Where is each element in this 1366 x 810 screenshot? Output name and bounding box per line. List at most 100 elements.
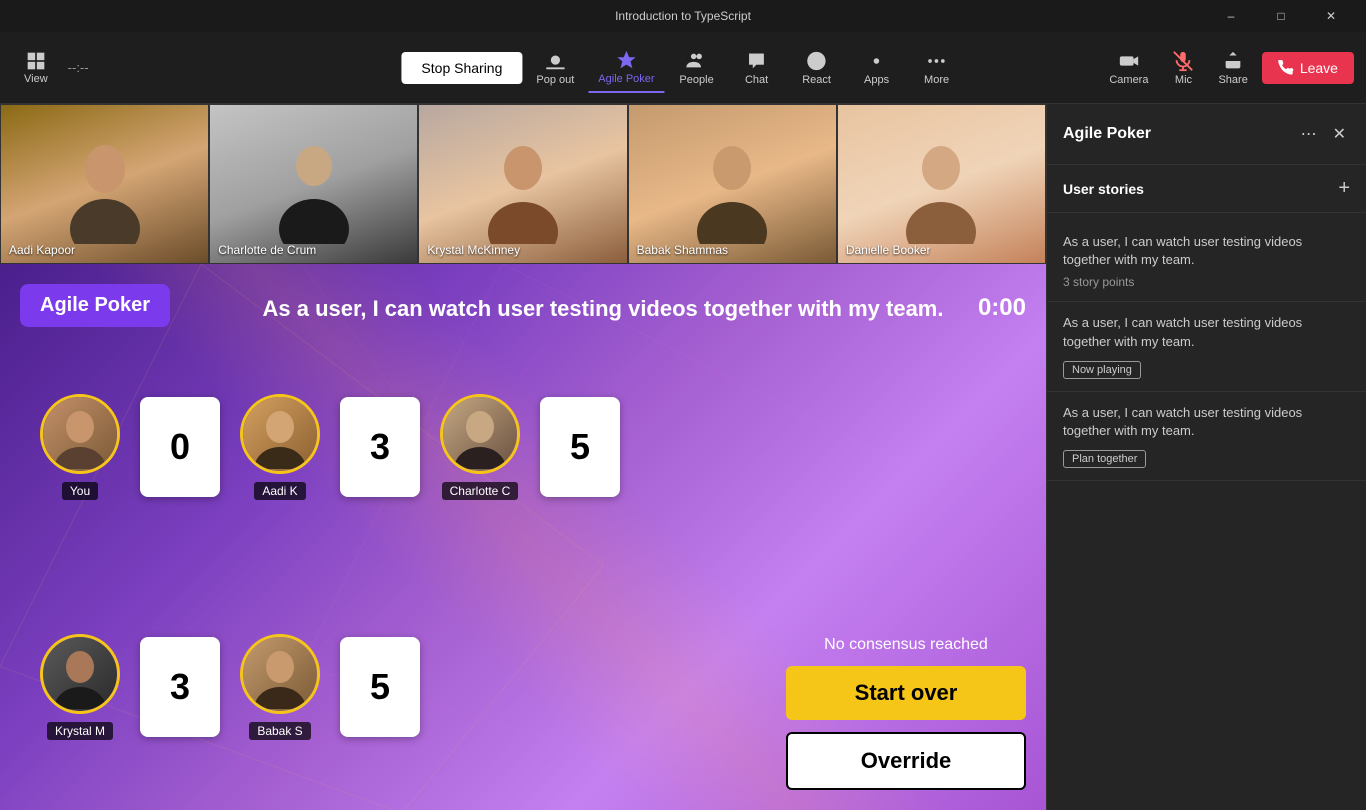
game-question: As a user, I can watch user testing vide… <box>260 294 946 325</box>
panel-header-actions: ⋯ ✕ <box>1297 120 1350 148</box>
video-strip: Aadi Kapoor Charlotte de Crum <box>0 104 1046 264</box>
story-item-3[interactable]: As a user, I can watch user testing vide… <box>1047 392 1366 481</box>
react-label: React <box>802 74 831 86</box>
share-button[interactable]: Share <box>1208 44 1257 92</box>
game-area: Agile Poker As a user, I can watch user … <box>0 264 1046 810</box>
user-stories-title: User stories <box>1063 181 1144 197</box>
timer-display: --:-- <box>68 60 89 75</box>
player-label-aadi: Aadi K <box>254 482 305 500</box>
more-label: More <box>924 74 949 86</box>
title-bar-title: Introduction to TypeScript <box>615 9 751 23</box>
game-timer: 0:00 <box>978 294 1026 322</box>
people-button[interactable]: People <box>669 44 725 92</box>
apps-button[interactable]: Apps <box>849 44 905 92</box>
mic-button[interactable]: Mic <box>1162 44 1204 92</box>
player-aadi: Aadi K <box>240 394 320 500</box>
share-icon <box>1222 50 1244 72</box>
game-bottom: No consensus reached Start over Override <box>786 636 1026 790</box>
people-icon <box>686 50 708 72</box>
player-you: You <box>40 394 120 500</box>
toolbar-center: Stop Sharing Pop out Agile Poker People <box>401 43 964 93</box>
pop-out-label: Pop out <box>536 74 574 86</box>
story-text-3: As a user, I can watch user testing vide… <box>1063 404 1350 440</box>
card-babak: 5 <box>340 637 420 737</box>
panel-title: Agile Poker <box>1063 125 1151 143</box>
story-item-2[interactable]: As a user, I can watch user testing vide… <box>1047 302 1366 391</box>
share-label: Share <box>1218 74 1247 86</box>
camera-icon <box>1118 50 1140 72</box>
view-label: View <box>24 73 48 85</box>
card-you: 0 <box>140 397 220 497</box>
player-label-you: You <box>62 482 98 500</box>
close-button[interactable]: ✕ <box>1308 0 1354 32</box>
grid-icon <box>26 51 46 71</box>
left-panel: Aadi Kapoor Charlotte de Crum <box>0 104 1046 810</box>
view-button[interactable]: View <box>12 45 60 91</box>
story-text-1: As a user, I can watch user testing vide… <box>1063 233 1350 269</box>
more-button[interactable]: More <box>909 44 965 92</box>
stop-sharing-button[interactable]: Stop Sharing <box>401 52 522 84</box>
apps-icon <box>866 50 888 72</box>
player-label-babak: Babak S <box>249 722 310 740</box>
minimize-button[interactable]: – <box>1208 0 1254 32</box>
card-aadi: 3 <box>340 397 420 497</box>
mic-label: Mic <box>1175 74 1192 86</box>
user-stories-header: User stories + <box>1047 165 1366 213</box>
maximize-button[interactable]: □ <box>1258 0 1304 32</box>
video-thumb-charlotte: Charlotte de Crum <box>209 104 418 264</box>
agile-poker-label: Agile Poker <box>598 73 654 85</box>
player-label-krystal: Krystal M <box>47 722 113 740</box>
game-title-badge: Agile Poker <box>20 284 170 327</box>
avatar-you <box>40 394 120 474</box>
pop-out-icon <box>544 50 566 72</box>
main-content: Aadi Kapoor Charlotte de Crum <box>0 104 1366 810</box>
players-row-2: Krystal M 3 Babak S 5 <box>40 634 420 740</box>
video-name-danielle: Danielle Booker <box>846 243 931 257</box>
avatar-babak <box>240 634 320 714</box>
leave-label: Leave <box>1300 60 1338 76</box>
toolbar-right: Camera Mic Share Leave <box>1099 44 1354 92</box>
phone-icon <box>1278 60 1294 76</box>
no-consensus-text: No consensus reached <box>824 636 988 654</box>
video-thumb-babak: Babak Shammas <box>628 104 837 264</box>
apps-label: Apps <box>864 74 889 86</box>
panel-more-button[interactable]: ⋯ <box>1297 120 1321 148</box>
avatar-aadi <box>240 394 320 474</box>
panel-close-button[interactable]: ✕ <box>1329 120 1350 148</box>
avatar-charlotte <box>440 394 520 474</box>
people-label: People <box>679 74 713 86</box>
agile-poker-tab[interactable]: Agile Poker <box>588 43 664 93</box>
toolbar-left: View --:-- <box>12 45 89 91</box>
leave-button[interactable]: Leave <box>1262 52 1354 84</box>
video-name-charlotte: Charlotte de Crum <box>218 243 316 257</box>
start-over-button[interactable]: Start over <box>786 666 1026 720</box>
add-story-button[interactable]: + <box>1338 177 1350 200</box>
players-row-1: You 0 Aadi K 3 <box>40 394 620 500</box>
react-icon <box>806 50 828 72</box>
video-name-babak: Babak Shammas <box>637 243 728 257</box>
chat-label: Chat <box>745 74 768 86</box>
mic-icon <box>1172 50 1194 72</box>
video-thumb-krystal: Krystal McKinney <box>418 104 627 264</box>
pop-out-button[interactable]: Pop out <box>526 44 584 92</box>
camera-button[interactable]: Camera <box>1099 44 1158 92</box>
player-label-charlotte: Charlotte C <box>442 482 519 500</box>
story-text-2: As a user, I can watch user testing vide… <box>1063 314 1350 350</box>
agile-poker-icon <box>615 49 637 71</box>
title-bar: Introduction to TypeScript – □ ✕ <box>0 0 1366 32</box>
camera-label: Camera <box>1109 74 1148 86</box>
story-badge-plan-together: Plan together <box>1063 450 1146 468</box>
story-item-1[interactable]: As a user, I can watch user testing vide… <box>1047 221 1366 302</box>
panel-header: Agile Poker ⋯ ✕ <box>1047 104 1366 165</box>
player-babak: Babak S <box>240 634 320 740</box>
chat-button[interactable]: Chat <box>729 44 785 92</box>
card-charlotte: 5 <box>540 397 620 497</box>
player-charlotte: Charlotte C <box>440 394 520 500</box>
video-name-aadi: Aadi Kapoor <box>9 243 75 257</box>
video-thumb-danielle: Danielle Booker <box>837 104 1046 264</box>
player-krystal: Krystal M <box>40 634 120 740</box>
override-button[interactable]: Override <box>786 732 1026 790</box>
react-button[interactable]: React <box>789 44 845 92</box>
avatar-krystal <box>40 634 120 714</box>
video-thumb-aadi: Aadi Kapoor <box>0 104 209 264</box>
